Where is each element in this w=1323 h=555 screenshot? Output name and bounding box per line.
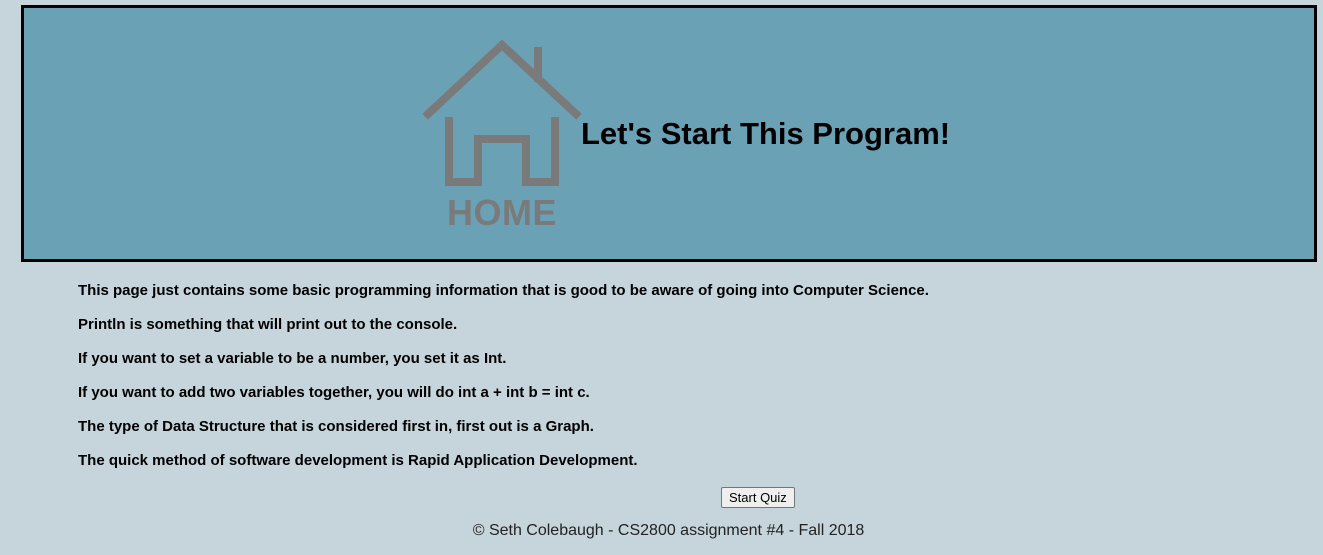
- info-line: The type of Data Structure that is consi…: [78, 418, 594, 435]
- home-icon: [422, 39, 582, 186]
- info-line: This page just contains some basic progr…: [78, 282, 929, 299]
- info-line: Println is something that will print out…: [78, 316, 458, 333]
- info-content: This page just contains some basic progr…: [78, 282, 929, 486]
- info-line: If you want to set a variable to be a nu…: [78, 350, 507, 367]
- home-logo[interactable]: HOME: [420, 38, 584, 238]
- footer-text: © Seth Colebaugh - CS2800 assignment #4 …: [472, 522, 865, 539]
- info-line: If you want to add two variables togethe…: [78, 384, 590, 401]
- start-quiz-button[interactable]: Start Quiz: [721, 487, 795, 508]
- info-line: The quick method of software development…: [78, 452, 638, 469]
- home-logo-text: HOME: [447, 192, 557, 233]
- page-title: Let's Start This Program!: [581, 116, 951, 151]
- page-header: HOME Let's Start This Program!: [21, 5, 1317, 262]
